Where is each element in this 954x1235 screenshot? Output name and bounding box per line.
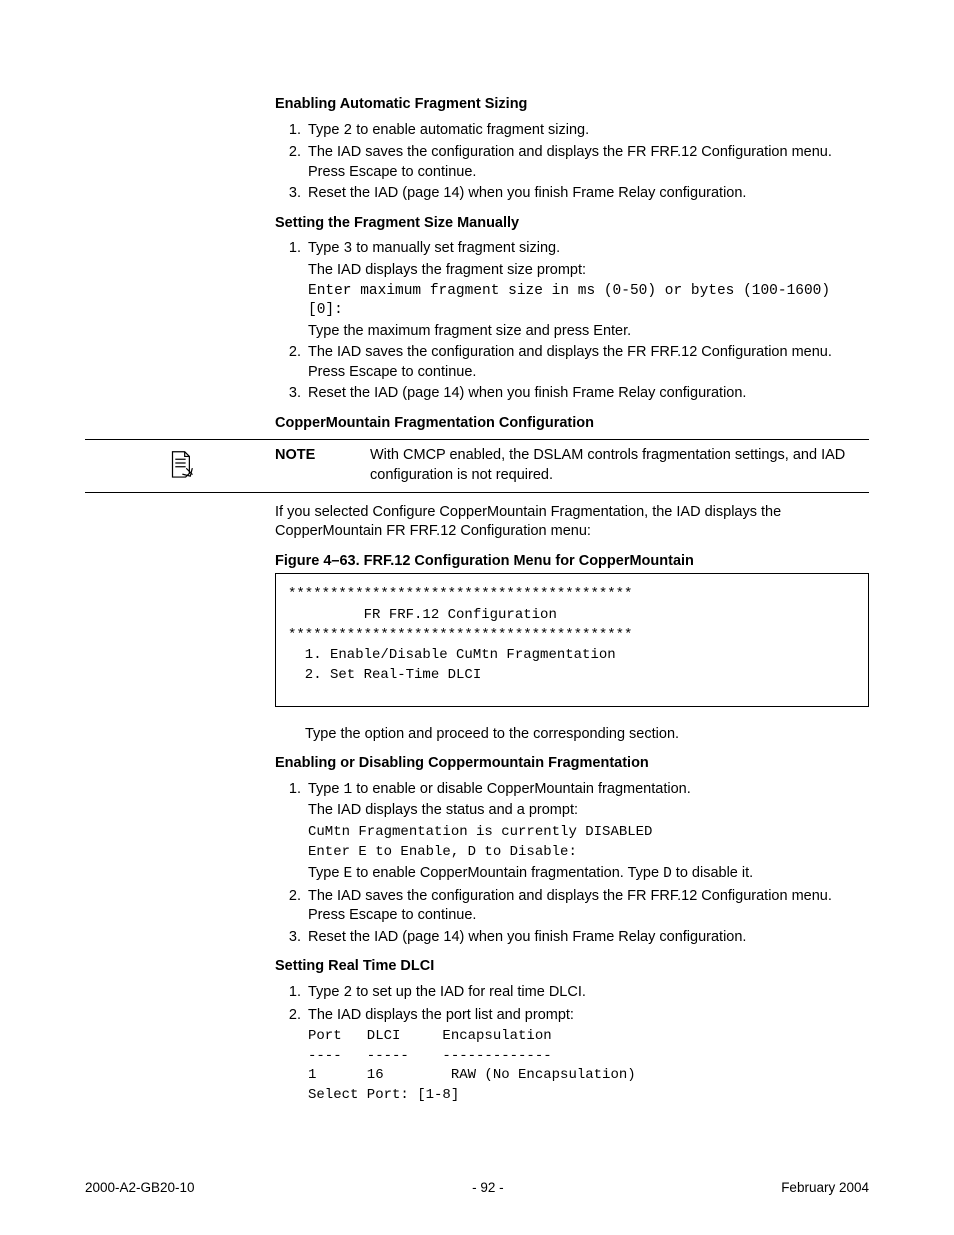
step-text: Type [308, 781, 343, 797]
inline-code: 2 [343, 123, 352, 139]
paragraph: If you selected Configure CopperMountain… [275, 503, 869, 542]
list-item: Reset the IAD (page 14) when you finish … [305, 384, 869, 404]
step-text: Type [308, 865, 343, 881]
terminal-output: Enter maximum fragment size in ms (0-50)… [308, 282, 869, 321]
heading-manual-fragment: Setting the Fragment Size Manually [275, 214, 869, 234]
footer-date: February 2004 [781, 1179, 869, 1197]
paragraph: Type the option and proceed to the corre… [305, 725, 869, 745]
list-item: Type 2 to enable automatic fragment sizi… [305, 121, 869, 142]
list-item: Type 1 to enable or disable CopperMounta… [305, 780, 869, 885]
step-text: Type [308, 984, 343, 1000]
note-icon [165, 448, 195, 478]
heading-auto-fragment: Enabling Automatic Fragment Sizing [275, 95, 869, 115]
terminal-output: CuMtn Fragmentation is currently DISABLE… [308, 823, 869, 862]
step-text: Type E to enable CopperMountain fragment… [308, 864, 869, 885]
step-text: to enable or disable CopperMountain frag… [352, 781, 691, 797]
terminal-menu: ****************************************… [275, 573, 869, 706]
note-icon-column [85, 446, 275, 478]
step-text: The IAD displays the status and a prompt… [308, 801, 869, 821]
footer-page-number: - 92 - [472, 1179, 504, 1197]
note-label: NOTE [275, 446, 370, 485]
list-item: Type 2 to set up the IAD for real time D… [305, 983, 869, 1004]
heading-real-time-dlci: Setting Real Time DLCI [275, 957, 869, 977]
page-footer: 2000-A2-GB20-10 - 92 - February 2004 [85, 1179, 869, 1197]
heading-coppermountain: CopperMountain Fragmentation Configurati… [275, 414, 869, 434]
heading-enable-disable: Enabling or Disabling Coppermountain Fra… [275, 754, 869, 774]
list-item: The IAD saves the configuration and disp… [305, 887, 869, 926]
step-text: The IAD displays the port list and promp… [308, 1007, 574, 1023]
footer-doc-id: 2000-A2-GB20-10 [85, 1179, 195, 1197]
note-text: With CMCP enabled, the DSLAM controls fr… [370, 446, 869, 485]
step-text: to enable CopperMountain fragmentation. … [352, 865, 663, 881]
figure-caption: Figure 4–63. FRF.12 Configuration Menu f… [275, 552, 869, 572]
step-text: Type the maximum fragment size and press… [308, 322, 869, 342]
steps-real-time-dlci: Type 2 to set up the IAD for real time D… [275, 983, 869, 1106]
inline-code: 2 [343, 985, 352, 1001]
steps-manual-fragment: Type 3 to manually set fragment sizing. … [275, 239, 869, 404]
steps-enable-disable: Type 1 to enable or disable CopperMounta… [275, 780, 869, 948]
note-block: NOTE With CMCP enabled, the DSLAM contro… [85, 439, 869, 492]
inline-code: D [663, 866, 672, 882]
inline-code: E [343, 866, 352, 882]
step-text: to disable it. [672, 865, 753, 881]
list-item: Reset the IAD (page 14) when you finish … [305, 184, 869, 204]
step-text: to set up the IAD for real time DLCI. [352, 984, 586, 1000]
step-text: Type [308, 240, 343, 256]
step-text: The IAD displays the fragment size promp… [308, 261, 869, 281]
list-item: Type 3 to manually set fragment sizing. … [305, 239, 869, 341]
list-item: The IAD displays the port list and promp… [305, 1006, 869, 1106]
step-text: Type [308, 122, 343, 138]
inline-code: 1 [343, 782, 352, 798]
document-body: Enabling Automatic Fragment Sizing Type … [275, 95, 869, 1105]
steps-auto-fragment: Type 2 to enable automatic fragment sizi… [275, 121, 869, 204]
list-item: Reset the IAD (page 14) when you finish … [305, 928, 869, 948]
step-text: to manually set fragment sizing. [352, 240, 560, 256]
step-text: to enable automatic fragment sizing. [352, 122, 589, 138]
inline-code: 3 [343, 241, 352, 257]
terminal-output: Port DLCI Encapsulation ---- ----- -----… [308, 1027, 869, 1105]
list-item: The IAD saves the configuration and disp… [305, 143, 869, 182]
list-item: The IAD saves the configuration and disp… [305, 343, 869, 382]
